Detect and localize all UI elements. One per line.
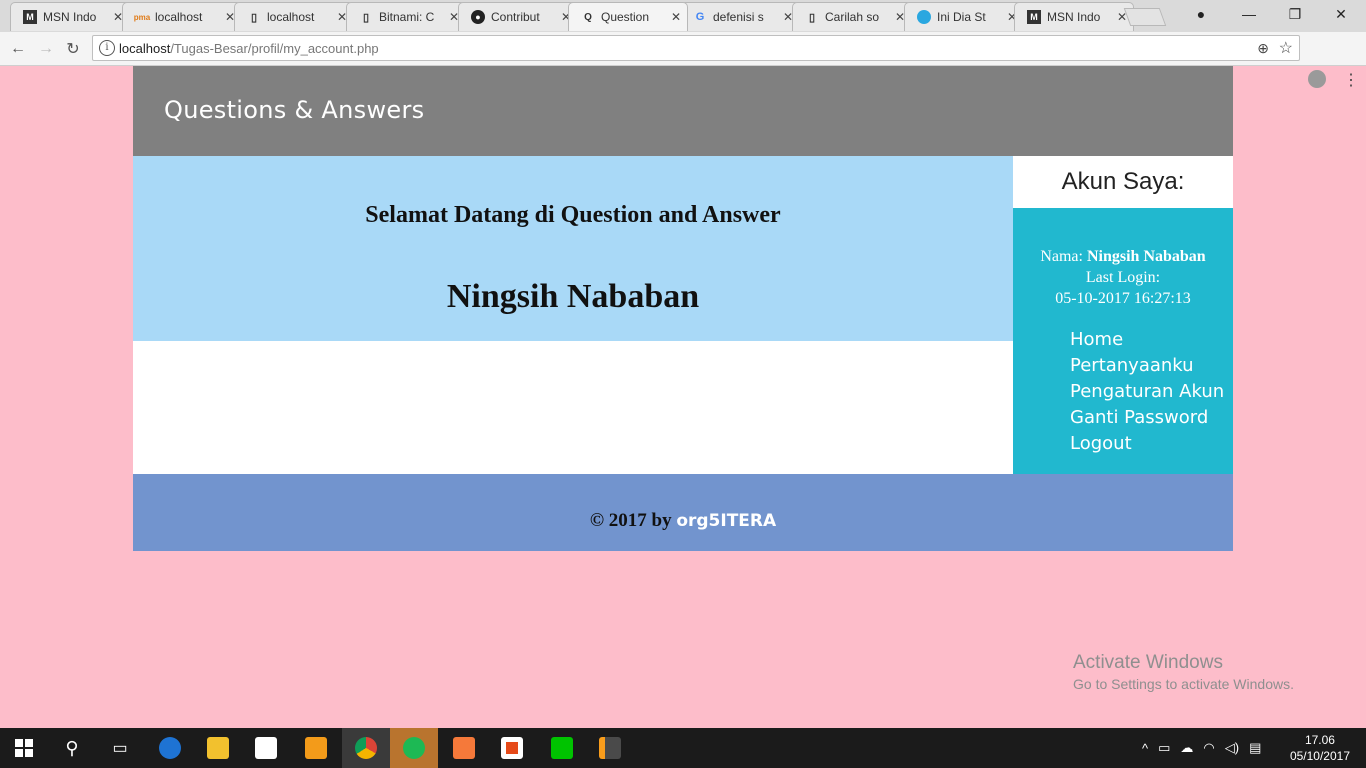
minimize-button[interactable]: —: [1226, 0, 1272, 28]
tab-localhost-pma[interactable]: pma localhost ✕: [122, 2, 242, 31]
welcome-heading: Selamat Datang di Question and Answer: [365, 202, 781, 228]
system-tray: ^ ▭ ☁ ◠ ◁) ▤: [1142, 728, 1261, 768]
github-icon: ●: [471, 10, 485, 24]
browser-toolbar: ← → ↻ i localhost/Tugas-Besar/profil/my_…: [0, 32, 1366, 89]
tab-localhost[interactable]: ▯ localhost ✕: [234, 2, 354, 31]
show-hidden-icons-icon[interactable]: ^: [1142, 741, 1148, 756]
task-view-icon[interactable]: ▭: [96, 728, 144, 768]
zoom-icon[interactable]: ⊕: [1257, 40, 1269, 57]
sublime-icon[interactable]: [586, 728, 634, 768]
tab-github[interactable]: ● Contribut ✕: [458, 2, 578, 31]
browser-tab-strip: M MSN Indo ✕ pma localhost ✕ ▯ localhost…: [0, 0, 1366, 32]
spotify-icon[interactable]: [390, 728, 438, 768]
tab-carilah[interactable]: ▯ Carilah so ✕: [792, 2, 912, 31]
activate-windows-watermark: Activate Windows Go to Settings to activ…: [1073, 652, 1294, 692]
start-icon[interactable]: [0, 728, 48, 768]
last-login-label: Last Login:: [1085, 269, 1161, 286]
account-nav: Home Pertanyaanku Pengaturan Akun Ganti …: [1070, 327, 1224, 457]
footer-text: © 2017 by org5ITERA: [589, 510, 777, 531]
sidebar-title: Akun Saya:: [1013, 156, 1233, 208]
chrome-icon[interactable]: [342, 728, 390, 768]
nav-home-link[interactable]: Home: [1070, 327, 1224, 353]
user-display-name: Ningsih Nababan: [446, 278, 700, 315]
store-icon[interactable]: [242, 728, 290, 768]
msn-icon: M: [1027, 10, 1041, 24]
volume-icon[interactable]: ◁): [1225, 740, 1239, 756]
menu-icon[interactable]: ⋮: [1343, 70, 1359, 90]
back-icon[interactable]: ←: [7, 38, 29, 60]
info-icon[interactable]: i: [99, 40, 115, 56]
site-footer: © 2017 by org5ITERA: [133, 474, 1233, 551]
xampp-icon[interactable]: [440, 728, 488, 768]
file-explorer-icon[interactable]: [194, 728, 242, 768]
page-icon: ▯: [362, 11, 370, 24]
site-header: Questions & Answers: [133, 66, 1233, 156]
wifi-icon[interactable]: ◠: [1203, 740, 1214, 756]
edge-icon[interactable]: [146, 728, 194, 768]
account-info: Nama: Ningsih Nababan Last Login: 05-10-…: [1013, 246, 1233, 309]
page-icon: ▯: [808, 11, 816, 24]
reload-icon[interactable]: ↻: [62, 38, 84, 60]
page-icon: ▯: [250, 11, 258, 24]
welcome-banner: Selamat Datang di Question and Answer Ni…: [133, 156, 1013, 341]
extension-icon[interactable]: [1308, 70, 1326, 88]
phpmyadmin-icon: pma: [133, 12, 151, 22]
windows-taskbar: ⚲ ▭ ^ ▭ ☁ ◠ ◁) ▤ 17.06 05/10/2017: [0, 728, 1366, 768]
address-url[interactable]: localhost/Tugas-Besar/profil/my_account.…: [119, 41, 379, 56]
nav-pertanyaanku-link[interactable]: Pertanyaanku: [1070, 353, 1224, 379]
bookmark-star-icon[interactable]: ☆: [1279, 38, 1293, 58]
tab-msn-2[interactable]: M MSN Indo ✕: [1014, 2, 1134, 31]
name-label: Nama:: [1040, 248, 1083, 265]
tab-google[interactable]: G defenisi s ✕: [680, 2, 800, 31]
uc-browser-icon[interactable]: [292, 728, 340, 768]
footer-org: org5ITERA: [676, 511, 777, 531]
new-tab-button[interactable]: [1123, 8, 1167, 26]
onedrive-icon[interactable]: ☁: [1180, 740, 1193, 756]
tab-question[interactable]: Q Question ✕: [568, 2, 688, 31]
page-container: Questions & Answers Selamat Datang di Qu…: [133, 66, 1233, 551]
office-icon[interactable]: [488, 728, 536, 768]
account-sidebar: Nama: Ningsih Nababan Last Login: 05-10-…: [1013, 208, 1233, 474]
tab-bitnami[interactable]: ▯ Bitnami: C ✕: [346, 2, 466, 31]
google-icon: G: [695, 11, 705, 23]
close-window-button[interactable]: ✕: [1318, 0, 1364, 28]
tab-msn-1[interactable]: M MSN Indo ✕: [10, 2, 130, 31]
app-icon: [917, 10, 931, 24]
msn-icon: M: [23, 10, 37, 24]
last-login-value: 05-10-2017 16:27:13: [1055, 290, 1191, 307]
restore-button[interactable]: ❐: [1272, 0, 1318, 28]
taskbar-clock[interactable]: 17.06 05/10/2017: [1290, 732, 1350, 764]
tab-ini-dia[interactable]: Ini Dia St ✕: [904, 2, 1024, 31]
nav-pengaturan-akun-link[interactable]: Pengaturan Akun: [1070, 379, 1224, 405]
line-icon[interactable]: [538, 728, 586, 768]
name-value: Ningsih Nababan: [1086, 248, 1206, 265]
site-title: Questions & Answers: [164, 96, 425, 124]
qa-icon: Q: [584, 11, 592, 23]
forward-icon[interactable]: →: [35, 38, 57, 60]
nav-logout-link[interactable]: Logout: [1070, 431, 1224, 457]
battery-icon[interactable]: ▭: [1158, 740, 1170, 756]
address-bar[interactable]: i localhost/Tugas-Besar/profil/my_accoun…: [92, 35, 1300, 61]
notification-icon[interactable]: ▤: [1249, 740, 1261, 756]
profile-icon[interactable]: ●: [1178, 0, 1224, 28]
nav-ganti-password-link[interactable]: Ganti Password: [1070, 405, 1224, 431]
close-icon[interactable]: ✕: [671, 10, 681, 24]
search-icon[interactable]: ⚲: [48, 728, 96, 768]
